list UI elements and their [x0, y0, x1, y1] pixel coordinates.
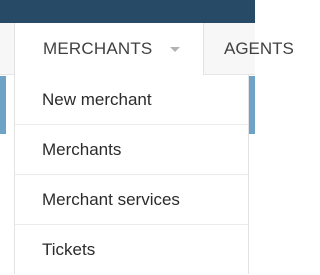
top-bar	[0, 0, 255, 23]
nav-agents-menu[interactable]: AGENTS	[224, 23, 294, 75]
menu-item-new-merchant[interactable]: New merchant	[15, 75, 248, 125]
merchants-dropdown: New merchant Merchants Merchant services…	[14, 75, 249, 274]
accent-strip-right	[249, 76, 255, 134]
menu-item-tickets[interactable]: Tickets	[15, 225, 248, 275]
caret-down-icon	[170, 46, 181, 52]
accent-strip-left	[0, 76, 6, 134]
menu-item-merchant-services[interactable]: Merchant services	[15, 175, 248, 225]
menu-item-merchants[interactable]: Merchants	[15, 125, 248, 175]
nav-merchants-menu[interactable]: MERCHANTS	[14, 23, 204, 75]
nav-merchants-label: MERCHANTS	[43, 39, 153, 58]
